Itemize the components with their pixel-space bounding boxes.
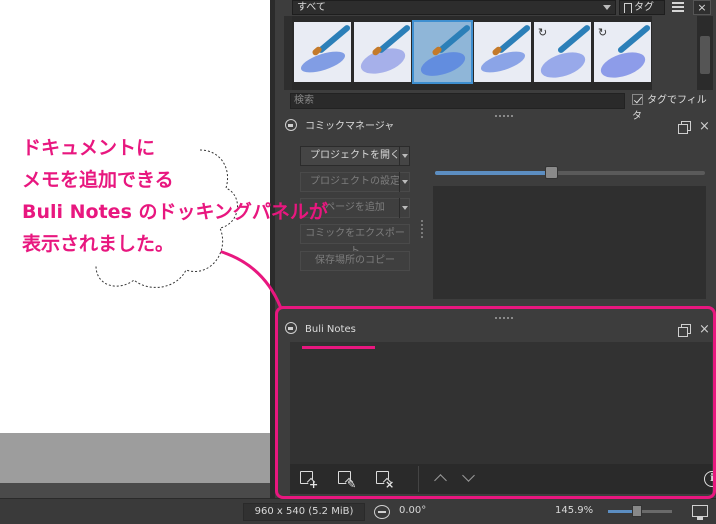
scrollbar-thumb[interactable]: [700, 36, 710, 74]
tag-filter-label: タグでフィルタ: [632, 95, 707, 122]
comic-manager-title: コミックマネージャ: [305, 121, 395, 132]
toolbar-divider: [418, 466, 419, 492]
notes-toolbar: + ✎ × i: [290, 464, 716, 494]
brush-preset-grid: ↻ ↻: [292, 16, 652, 90]
annotation-text: ドキュメントに メモを追加できる Buli Notes のドッキングパネルが 表…: [22, 137, 328, 255]
add-note-button[interactable]: +: [298, 470, 319, 491]
splitter-handle[interactable]: [421, 220, 423, 238]
list-view-button[interactable]: [669, 0, 687, 15]
rotation-icon[interactable]: [374, 505, 390, 519]
close-presets-button[interactable]: ×: [693, 0, 711, 15]
chevron-down-icon: [603, 5, 611, 10]
zoom-slider-handle[interactable]: [632, 505, 642, 517]
comic-page-list[interactable]: [433, 186, 706, 299]
bookmark-icon: [624, 3, 632, 13]
brush-preset[interactable]: [474, 22, 531, 82]
brush-stroke-preview: [537, 47, 589, 82]
brush-grid-edge: [284, 16, 292, 90]
lock-icon[interactable]: [285, 119, 297, 131]
info-icon[interactable]: i: [704, 471, 716, 487]
tag-button[interactable]: タグ: [619, 0, 665, 15]
notes-list[interactable]: [290, 342, 712, 464]
canvas-bottom-bar: [0, 483, 270, 498]
preset-search-input[interactable]: 検索: [290, 93, 625, 109]
zoom-readout[interactable]: 145.9%: [555, 505, 593, 516]
tag-select-value: すべて: [297, 2, 326, 13]
brush-preset[interactable]: [294, 22, 351, 82]
list-icon-line: [672, 2, 684, 4]
monitor-icon[interactable]: [692, 505, 708, 520]
brush-grid-scrollbar[interactable]: [697, 16, 713, 90]
pencil-icon: ✎: [347, 478, 357, 491]
float-docker-icon[interactable]: [678, 324, 691, 337]
brush-icon: [556, 23, 591, 55]
float-docker-icon[interactable]: [678, 121, 691, 134]
edit-note-button[interactable]: ✎: [336, 470, 357, 491]
brush-preset[interactable]: [354, 22, 411, 82]
plus-icon: +: [309, 478, 319, 491]
rotation-readout[interactable]: 0.00°: [399, 505, 426, 516]
delete-icon: ×: [385, 478, 395, 491]
docker-resize-grip[interactable]: [495, 317, 513, 319]
close-docker-icon[interactable]: ×: [699, 120, 710, 133]
page-zoom-slider-fill: [435, 171, 551, 175]
brush-preset[interactable]: ↻: [534, 22, 591, 82]
brush-stroke-preview: [597, 47, 649, 82]
close-docker-icon[interactable]: ×: [699, 323, 710, 336]
canvas-background: [0, 433, 270, 483]
notes-header: Buli Notes: [285, 322, 356, 338]
brush-stroke-preview: [418, 47, 468, 81]
checkbox-icon: [632, 94, 643, 105]
docker-resize-grip[interactable]: [495, 115, 513, 117]
tag-select[interactable]: すべて: [292, 0, 616, 15]
move-up-icon[interactable]: [434, 474, 447, 487]
brush-preset[interactable]: ↻: [594, 22, 651, 82]
title-highlight-underline: [302, 346, 375, 349]
rotate-icon: ↻: [598, 26, 608, 39]
list-icon-line: [672, 6, 684, 8]
status-bar: 960 x 540 (5.2 MiB) 0.00° 145.9%: [0, 498, 716, 524]
delete-note-button[interactable]: ×: [374, 470, 395, 491]
notes-title: Buli Notes: [305, 324, 356, 335]
rotate-icon: ↻: [538, 26, 548, 39]
lock-icon[interactable]: [285, 322, 297, 334]
tag-button-label: タグ: [634, 2, 654, 13]
brush-preset-selected[interactable]: [412, 20, 473, 84]
move-down-icon[interactable]: [462, 469, 475, 482]
tag-filter-checkbox[interactable]: タグでフィルタ: [632, 93, 716, 122]
image-size-readout[interactable]: 960 x 540 (5.2 MiB): [243, 503, 365, 521]
brush-icon: [616, 23, 651, 55]
page-zoom-slider-handle[interactable]: [545, 166, 558, 179]
list-icon-line: [672, 10, 684, 12]
